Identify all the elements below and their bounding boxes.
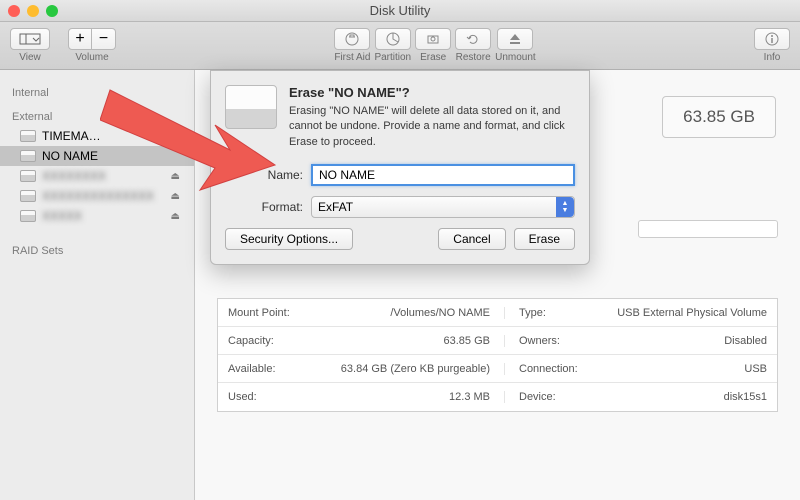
volume-label: Volume (75, 52, 108, 63)
sidebar-item-no-name[interactable]: NO NAME (0, 146, 194, 166)
window-controls (8, 5, 58, 17)
info-value: 12.3 MB (308, 391, 505, 403)
info-value: 63.84 GB (Zero KB purgeable) (308, 363, 505, 375)
info-label: Device: (505, 391, 585, 403)
info-value: 63.85 GB (308, 335, 505, 347)
partition-icon (386, 32, 400, 46)
sidebar-view-icon (19, 33, 41, 45)
restore-icon (466, 32, 480, 46)
volume-buttons: + − (68, 28, 116, 50)
info-label: Connection: (505, 363, 585, 375)
info-row: Available: 63.84 GB (Zero KB purgeable) … (218, 355, 777, 383)
dialog-buttons: Security Options... Cancel Erase (225, 228, 575, 250)
add-volume-button[interactable]: + (68, 28, 92, 50)
info-value: USB (585, 363, 777, 375)
format-value: ExFAT (318, 200, 353, 214)
drive-large-icon (225, 85, 277, 129)
erase-confirm-button[interactable]: Erase (514, 228, 575, 250)
info-row: Mount Point: /Volumes/NO NAME Type: USB … (218, 299, 777, 327)
partition-button[interactable] (375, 28, 411, 50)
info-label: Mount Point: (218, 307, 308, 319)
info-group: Info (754, 28, 790, 63)
toolbar: View + − Volume First Aid Partition Er (0, 22, 800, 70)
info-label: Capacity: (218, 335, 308, 347)
info-label: Owners: (505, 335, 585, 347)
toolbar-actions: First Aid Partition Erase Restore Unmoun… (334, 28, 535, 63)
remove-volume-button[interactable]: − (92, 28, 116, 50)
sidebar-item-label: NO NAME (42, 149, 98, 163)
close-window-button[interactable] (8, 5, 20, 17)
info-icon (765, 32, 779, 46)
info-row: Capacity: 63.85 GB Owners: Disabled (218, 327, 777, 355)
format-select[interactable]: ExFAT ▲▼ (311, 196, 575, 218)
erase-button[interactable] (415, 28, 451, 50)
disk-info-table: Mount Point: /Volumes/NO NAME Type: USB … (217, 298, 778, 412)
sidebar-item-blurred[interactable]: XXXXXXXX ⏏ (0, 166, 194, 186)
dialog-header: Erase "NO NAME"? Erasing "NO NAME" will … (225, 85, 575, 150)
info-value: disk15s1 (585, 391, 777, 403)
drive-icon (20, 210, 36, 222)
sidebar-item-label: XXXXXXXX (42, 169, 106, 183)
minimize-window-button[interactable] (27, 5, 39, 17)
titlebar: Disk Utility (0, 0, 800, 22)
maximize-window-button[interactable] (46, 5, 58, 17)
erase-dialog: Erase "NO NAME"? Erasing "NO NAME" will … (210, 70, 590, 265)
view-label: View (19, 52, 41, 63)
restore-label: Restore (456, 52, 491, 63)
sidebar-item-label: XXXXXXXXXXXXXX (42, 189, 154, 203)
drive-icon (20, 150, 36, 162)
volume-group: + − Volume (68, 28, 116, 63)
security-options-button[interactable]: Security Options... (225, 228, 353, 250)
usage-bar (638, 220, 778, 238)
info-value: Disabled (585, 335, 777, 347)
info-label: Available: (218, 363, 308, 375)
sidebar-heading-internal: Internal (0, 84, 194, 102)
unmount-button[interactable] (497, 28, 533, 50)
eject-icon[interactable]: ⏏ (171, 171, 180, 182)
info-button[interactable] (754, 28, 790, 50)
name-input[interactable] (311, 164, 575, 186)
sidebar-heading-external: External (0, 108, 194, 126)
first-aid-label: First Aid (334, 52, 370, 63)
unmount-label: Unmount (495, 52, 536, 63)
info-label: Used: (218, 391, 308, 403)
minus-icon: − (99, 30, 108, 48)
sidebar-item-label: TIMEMA… (42, 129, 101, 143)
sidebar-item-label: XXXXX (42, 209, 82, 223)
partition-label: Partition (374, 52, 411, 63)
sidebar: Internal External TIMEMA… NO NAME XXXXXX… (0, 70, 195, 500)
eject-icon[interactable]: ⏏ (171, 211, 180, 222)
disk-size-badge: 63.85 GB (662, 96, 776, 138)
view-button[interactable] (10, 28, 50, 50)
info-label: Type: (505, 307, 585, 319)
erase-label: Erase (420, 52, 446, 63)
info-value: /Volumes/NO NAME (308, 307, 505, 319)
info-row: Used: 12.3 MB Device: disk15s1 (218, 383, 777, 411)
drive-icon (20, 190, 36, 202)
plus-icon: + (75, 30, 84, 48)
info-label: Info (764, 52, 781, 63)
name-label: Name: (225, 168, 303, 182)
select-arrows-icon: ▲▼ (556, 197, 574, 217)
info-value: USB External Physical Volume (585, 307, 777, 319)
eject-icon (508, 32, 522, 46)
dialog-description: Erasing "NO NAME" will delete all data s… (289, 104, 575, 150)
dialog-form: Name: Format: ExFAT ▲▼ (225, 164, 575, 218)
view-group: View (10, 28, 50, 63)
cancel-button[interactable]: Cancel (438, 228, 505, 250)
first-aid-button[interactable] (334, 28, 370, 50)
sidebar-item-timema[interactable]: TIMEMA… (0, 126, 194, 146)
first-aid-icon (345, 32, 359, 46)
restore-button[interactable] (455, 28, 491, 50)
sidebar-heading-raid: RAID Sets (0, 242, 194, 260)
drive-icon (20, 170, 36, 182)
eject-icon[interactable]: ⏏ (171, 191, 180, 202)
drive-icon (20, 130, 36, 142)
sidebar-item-blurred[interactable]: XXXXX ⏏ (0, 206, 194, 226)
format-label: Format: (225, 200, 303, 214)
dialog-title: Erase "NO NAME"? (289, 85, 575, 100)
erase-icon (426, 32, 440, 46)
sidebar-item-blurred[interactable]: XXXXXXXXXXXXXX ⏏ (0, 186, 194, 206)
window-title: Disk Utility (370, 3, 431, 18)
